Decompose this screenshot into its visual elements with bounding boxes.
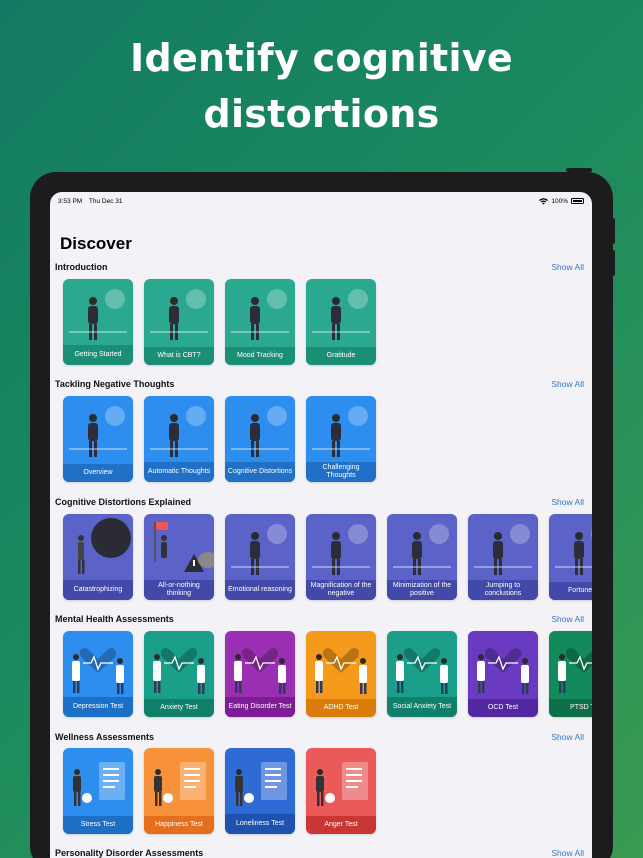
card-label: Anger Test	[306, 816, 376, 834]
topic-card[interactable]: Anxiety Test	[144, 631, 214, 717]
section-title: Mental Health Assessments	[55, 614, 174, 624]
status-date: Thu Dec 31	[88, 197, 123, 205]
section-header: Personality Disorder Assessments Show All	[55, 846, 584, 858]
topic-card[interactable]: Depression Test	[63, 631, 133, 717]
section-header: Introduction Show All	[55, 260, 584, 274]
card-label: Stress Test	[63, 816, 133, 834]
card-label: Loneliness Test	[225, 814, 295, 834]
marketing-headline: Identify cognitive distortions	[0, 30, 643, 142]
topic-card[interactable]: All-or-nothing thinking	[144, 514, 214, 600]
headline-line-1: Identify cognitive	[130, 36, 513, 80]
topic-card[interactable]: Challenging Thoughts	[306, 396, 376, 482]
card-row: Overview Automatic Thoughts Cognitive Di…	[63, 396, 376, 482]
card-label: Overview	[63, 464, 133, 482]
card-row: Depression Test Anxiety Test Eating Diso…	[63, 631, 592, 717]
page-title: Discover	[60, 234, 132, 253]
card-row: Catastrophizing All-or-nothing thinking …	[63, 514, 592, 600]
card-label: Happiness Test	[144, 816, 214, 834]
section-title: Tackling Negative Thoughts	[55, 379, 175, 389]
section-title: Wellness Assessments	[55, 732, 155, 742]
card-label: Depression Test	[63, 697, 133, 717]
topic-card[interactable]: Cognitive Distortions	[225, 396, 295, 482]
show-all-link[interactable]: Show All	[551, 379, 584, 389]
card-label: Magnification of the negative	[306, 580, 376, 600]
topic-card[interactable]: OCD Test	[468, 631, 538, 717]
topic-card[interactable]: Eating Disorder Test	[225, 631, 295, 717]
show-all-link[interactable]: Show All	[551, 614, 584, 624]
battery-icon	[571, 198, 584, 204]
card-label: Eating Disorder Test	[225, 697, 295, 717]
topic-card[interactable]: Fortune te	[549, 514, 592, 600]
topic-card[interactable]: Social Anxiety Test	[387, 631, 457, 717]
topic-card[interactable]: Magnification of the negative	[306, 514, 376, 600]
section-title: Cognitive Distortions Explained	[55, 497, 192, 507]
section-title: Personality Disorder Assessments	[55, 848, 204, 858]
topic-card[interactable]: Happiness Test	[144, 748, 214, 834]
card-label: Getting Started	[63, 345, 133, 365]
status-bar: 3:53 PM Thu Dec 31 100%	[58, 195, 584, 207]
topic-card[interactable]: Emotional reasoning	[225, 514, 295, 600]
topic-card[interactable]: PTSD Te	[549, 631, 592, 717]
show-all-link[interactable]: Show All	[551, 732, 584, 742]
topic-card[interactable]: Minimization of the positive	[387, 514, 457, 600]
topic-card[interactable]: Automatic Thoughts	[144, 396, 214, 482]
card-label: Catastrophizing	[63, 580, 133, 600]
topic-card[interactable]: ADHD Test	[306, 631, 376, 717]
card-label: Anxiety Test	[144, 699, 214, 717]
card-label: OCD Test	[468, 699, 538, 717]
card-label: Jumping to conclusions	[468, 580, 538, 600]
card-label: ADHD Test	[306, 699, 376, 717]
topic-card[interactable]: What is CBT?	[144, 279, 214, 365]
wifi-icon	[539, 197, 549, 205]
topic-card[interactable]: Stress Test	[63, 748, 133, 834]
card-row: Getting Started What is CBT? Mood Tracki…	[63, 279, 376, 365]
topic-card[interactable]: Gratitude	[306, 279, 376, 365]
topic-card[interactable]: Loneliness Test	[225, 748, 295, 834]
topic-card[interactable]: Getting Started	[63, 279, 133, 365]
card-row: Stress Test Happiness Test Loneliness Te…	[63, 748, 376, 834]
card-label: Gratitude	[306, 347, 376, 365]
card-label: PTSD Te	[549, 699, 592, 717]
device-side-button	[611, 218, 615, 244]
battery-percent: 100%	[551, 197, 568, 205]
status-time: 3:53 PM	[58, 197, 83, 205]
card-label: Cognitive Distortions	[225, 462, 295, 482]
card-label: Emotional reasoning	[225, 580, 295, 600]
topic-card[interactable]: Jumping to conclusions	[468, 514, 538, 600]
card-label: Minimization of the positive	[387, 580, 457, 600]
topic-card[interactable]: Overview	[63, 396, 133, 482]
device-top-button	[566, 168, 592, 172]
card-label: All-or-nothing thinking	[144, 580, 214, 600]
show-all-link[interactable]: Show All	[551, 497, 584, 507]
topic-card[interactable]: Anger Test	[306, 748, 376, 834]
card-label: Automatic Thoughts	[144, 462, 214, 482]
topic-card[interactable]: Mood Tracking	[225, 279, 295, 365]
section-header: Wellness Assessments Show All	[55, 730, 584, 744]
headline-line-2: distortions	[203, 92, 440, 136]
card-label: Fortune te	[549, 582, 592, 600]
section-header: Tackling Negative Thoughts Show All	[55, 377, 584, 391]
section-header: Mental Health Assessments Show All	[55, 612, 584, 626]
show-all-link[interactable]: Show All	[551, 848, 584, 858]
card-label: Social Anxiety Test	[387, 697, 457, 717]
show-all-link[interactable]: Show All	[551, 262, 584, 272]
card-label: Challenging Thoughts	[306, 462, 376, 482]
card-label: Mood Tracking	[225, 347, 295, 365]
card-label: What is CBT?	[144, 347, 214, 365]
section-header: Cognitive Distortions Explained Show All	[55, 495, 584, 509]
topic-card[interactable]: Catastrophizing	[63, 514, 133, 600]
section-title: Introduction	[55, 262, 108, 272]
app-screen: 3:53 PM Thu Dec 31 100% Discover Introdu…	[50, 192, 592, 858]
device-side-button	[611, 250, 615, 276]
